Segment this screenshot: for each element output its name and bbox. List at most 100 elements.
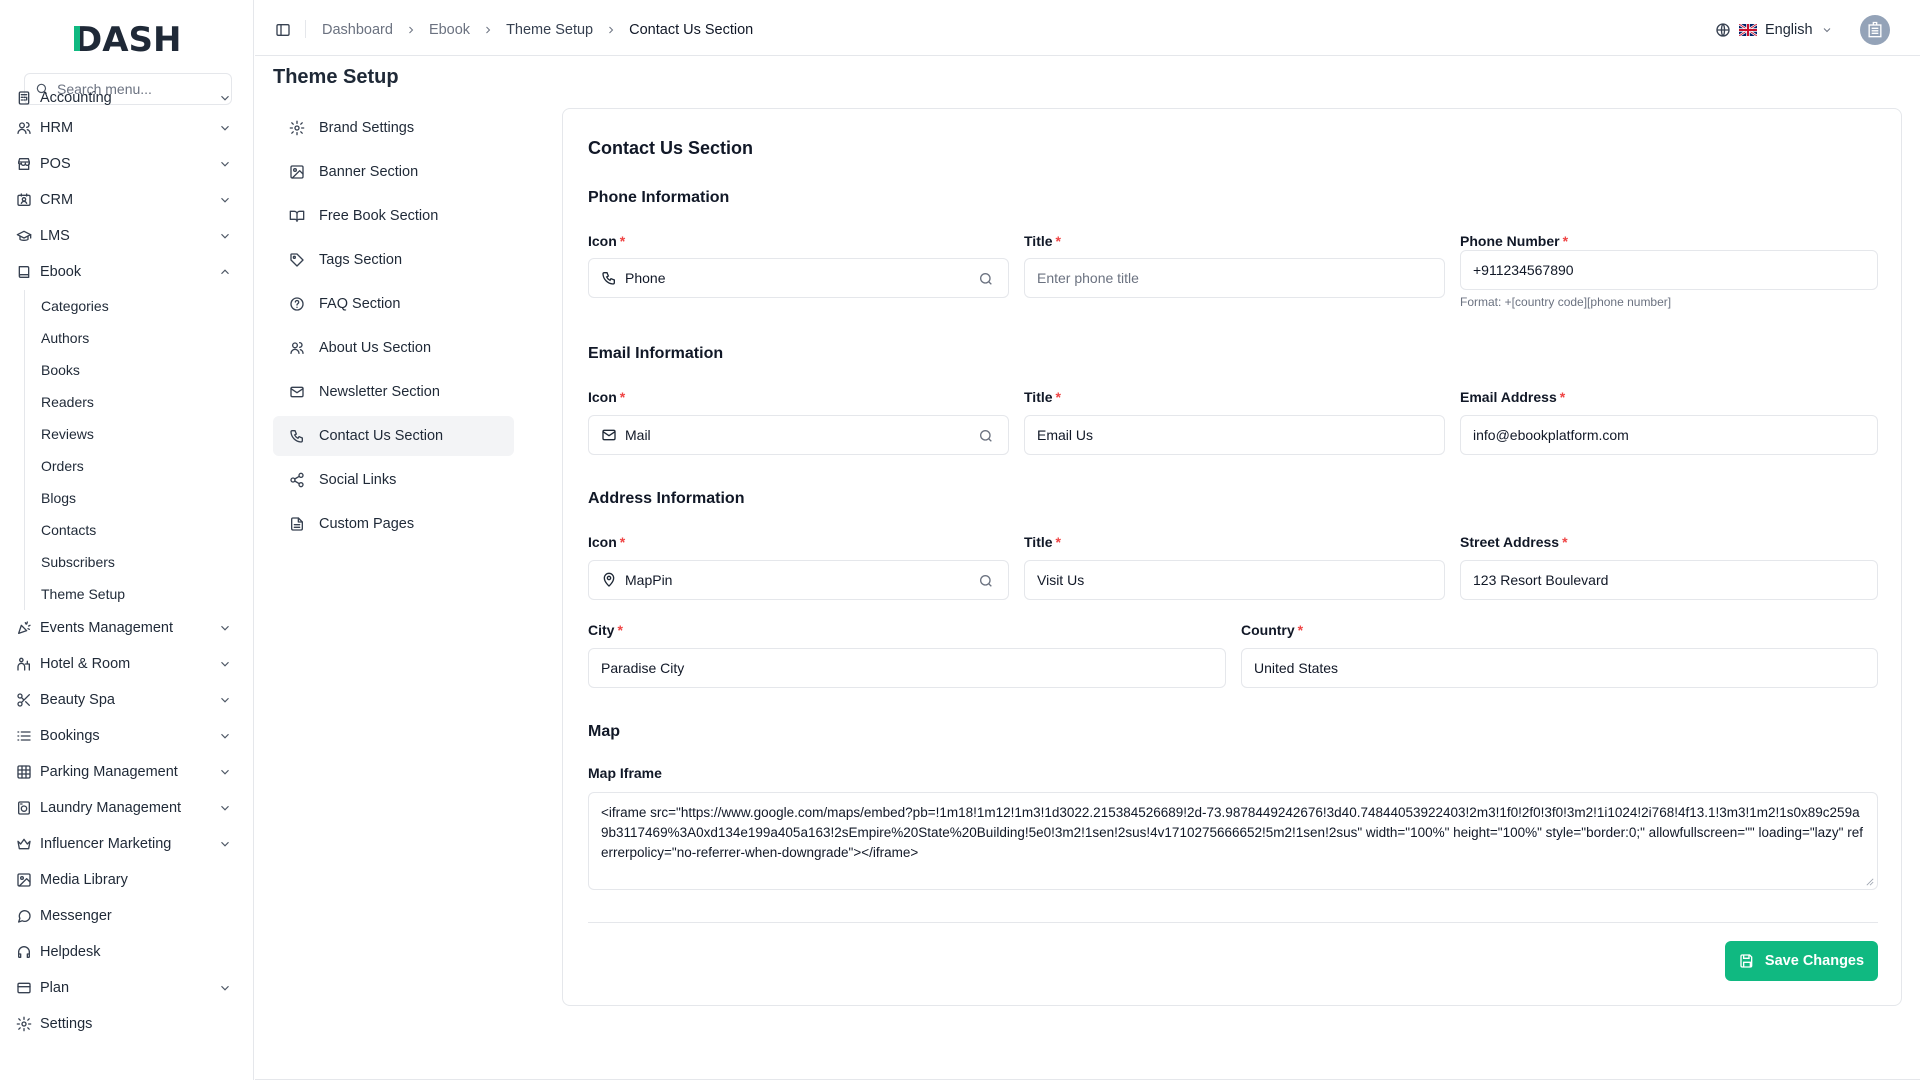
- map-iframe-textarea[interactable]: <iframe src="https://www.google.com/maps…: [588, 792, 1878, 890]
- sidebar-item-hotel-and-room[interactable]: Hotel & Room: [0, 646, 254, 682]
- sidebar-item-ebook[interactable]: Ebook: [0, 254, 254, 290]
- sidebar-item-bookings[interactable]: Bookings: [0, 718, 254, 754]
- phone-icon-select[interactable]: Phone: [588, 258, 1009, 298]
- svg-text:DASH: DASH: [74, 20, 181, 56]
- sidebar-subitem-orders[interactable]: Orders: [25, 450, 254, 482]
- sidebar-item-parking-management[interactable]: Parking Management: [0, 754, 254, 790]
- image-icon: [17, 873, 31, 887]
- sidebar-item-beauty-spa[interactable]: Beauty Spa: [0, 682, 254, 718]
- search-icon[interactable]: [978, 271, 994, 287]
- theme-nav-label: FAQ Section: [319, 296, 401, 312]
- sidebar-subitem-readers[interactable]: Readers: [25, 386, 254, 418]
- user-avatar[interactable]: [1860, 15, 1890, 45]
- address-icon-value: MapPin: [625, 572, 673, 588]
- sidebar-subitem-theme-setup[interactable]: Theme Setup: [25, 578, 254, 610]
- sidebar-toggle-icon[interactable]: [275, 22, 291, 38]
- sidebar-item-label: Hotel & Room: [40, 656, 131, 672]
- form-title: Contact Us Section: [588, 138, 754, 158]
- uk-flag-icon: [1739, 24, 1757, 36]
- sidebar-subitem-reviews[interactable]: Reviews: [25, 418, 254, 450]
- page-title: Theme Setup: [273, 66, 399, 88]
- book-open-icon: [289, 210, 305, 222]
- phone-title-input[interactable]: Enter phone title: [1024, 258, 1445, 298]
- sidebar-item-hrm[interactable]: HRM: [0, 110, 254, 146]
- email-icon-select[interactable]: Mail: [588, 415, 1009, 455]
- theme-nav-faq-section[interactable]: FAQ Section: [273, 284, 514, 324]
- search-icon[interactable]: [978, 428, 994, 444]
- theme-nav-custom-pages[interactable]: Custom Pages: [273, 504, 514, 544]
- theme-nav-brand-settings[interactable]: Brand Settings: [273, 108, 514, 148]
- theme-nav-label: Newsletter Section: [319, 384, 440, 400]
- breadcrumb-current: Contact Us Section: [629, 22, 754, 38]
- sidebar-item-helpdesk[interactable]: Helpdesk: [0, 934, 254, 970]
- mail-icon: [290, 386, 304, 398]
- address-icon-label: Icon *: [588, 534, 626, 550]
- sidebar-item-plan[interactable]: Plan: [0, 970, 254, 1006]
- chevron-right-icon: [409, 26, 414, 34]
- sidebar-item-crm[interactable]: CRM: [0, 182, 254, 218]
- breadcrumb-dashboard[interactable]: Dashboard: [322, 22, 393, 38]
- contact-us-form-card: Contact Us Section Phone Information Ico…: [562, 108, 1902, 1006]
- breadcrumb-ebook[interactable]: Ebook: [429, 22, 470, 38]
- sidebar-subitem-contacts[interactable]: Contacts: [25, 514, 254, 546]
- sidebar-item-label: LMS: [40, 228, 70, 244]
- theme-nav-about-us-section[interactable]: About Us Section: [273, 328, 514, 368]
- save-changes-button[interactable]: Save Changes: [1725, 941, 1878, 981]
- sidebar: DASH Accounting HRM POS CRM LMS Ebook Categori…: [0, 0, 254, 1080]
- sidebar-item-laundry-management[interactable]: Laundry Management: [0, 790, 254, 826]
- store-icon: [18, 158, 30, 170]
- sidebar-item-influencer-marketing[interactable]: Influencer Marketing: [0, 826, 254, 862]
- sidebar-item-label: Ebook: [40, 264, 82, 280]
- language-selector[interactable]: English: [1715, 22, 1833, 38]
- phone-title-placeholder: Enter phone title: [1037, 270, 1139, 286]
- theme-nav-label: Custom Pages: [319, 516, 415, 532]
- sidebar-item-accounting[interactable]: Accounting: [0, 86, 254, 110]
- chevron-down-icon: [221, 197, 229, 203]
- theme-nav-tags-section[interactable]: Tags Section: [273, 240, 514, 280]
- address-icon-select[interactable]: MapPin: [588, 560, 1009, 600]
- phone-number-input[interactable]: +911234567890: [1460, 250, 1878, 290]
- sidebar-item-label: Helpdesk: [40, 944, 101, 960]
- theme-nav-free-book-section[interactable]: Free Book Section: [273, 196, 514, 236]
- sidebar-subitem-blogs[interactable]: Blogs: [25, 482, 254, 514]
- theme-nav-social-links[interactable]: Social Links: [273, 460, 514, 500]
- city-input[interactable]: Paradise City: [588, 648, 1226, 688]
- email-title-input[interactable]: Email Us: [1024, 415, 1445, 455]
- resize-handle-icon[interactable]: [1866, 878, 1874, 886]
- sidebar-item-messenger[interactable]: Messenger: [0, 898, 254, 934]
- theme-nav-newsletter-section[interactable]: Newsletter Section: [273, 372, 514, 412]
- address-title-input[interactable]: Visit Us: [1024, 560, 1445, 600]
- breadcrumb-theme-setup[interactable]: Theme Setup: [506, 22, 593, 38]
- chevron-down-icon: [221, 805, 229, 811]
- map-pin-icon: [603, 572, 615, 587]
- sidebar-item-label: Parking Management: [40, 764, 178, 780]
- address-title-value: Visit Us: [1037, 572, 1085, 588]
- map-iframe-label: Map Iframe: [588, 765, 662, 781]
- sidebar-item-lms[interactable]: LMS: [0, 218, 254, 254]
- search-icon[interactable]: [978, 573, 994, 589]
- theme-nav-banner-section[interactable]: Banner Section: [273, 152, 514, 192]
- sidebar-subitem-subscribers[interactable]: Subscribers: [25, 546, 254, 578]
- email-address-value: info@ebookplatform.com: [1473, 427, 1629, 443]
- country-input[interactable]: United States: [1241, 648, 1878, 688]
- sidebar-item-events-management[interactable]: Events Management: [0, 610, 254, 646]
- sidebar-item-settings[interactable]: Settings: [0, 1006, 254, 1042]
- breadcrumb: Dashboard Ebook Theme Setup Contact Us S…: [322, 22, 753, 38]
- country-value: United States: [1254, 660, 1339, 676]
- theme-nav-contact-us-section[interactable]: Contact Us Section: [273, 416, 514, 456]
- message-circle-icon: [18, 910, 31, 923]
- sidebar-subitem-authors[interactable]: Authors: [25, 322, 254, 354]
- chevron-down-icon: [221, 697, 229, 703]
- users-icon: [290, 342, 304, 354]
- book-icon: [18, 266, 30, 278]
- sidebar-item-media-library[interactable]: Media Library: [0, 862, 254, 898]
- street-address-input[interactable]: 123 Resort Boulevard: [1460, 560, 1878, 600]
- chevron-right-icon: [486, 26, 491, 34]
- email-address-input[interactable]: info@ebookplatform.com: [1460, 415, 1878, 455]
- share-icon: [290, 472, 304, 488]
- sidebar-subitem-categories[interactable]: Categories: [25, 290, 254, 322]
- sidebar-subitem-books[interactable]: Books: [25, 354, 254, 386]
- chevron-up-icon: [221, 269, 229, 275]
- sidebar-item-pos[interactable]: POS: [0, 146, 254, 182]
- dash-logo[interactable]: DASH: [74, 18, 194, 58]
